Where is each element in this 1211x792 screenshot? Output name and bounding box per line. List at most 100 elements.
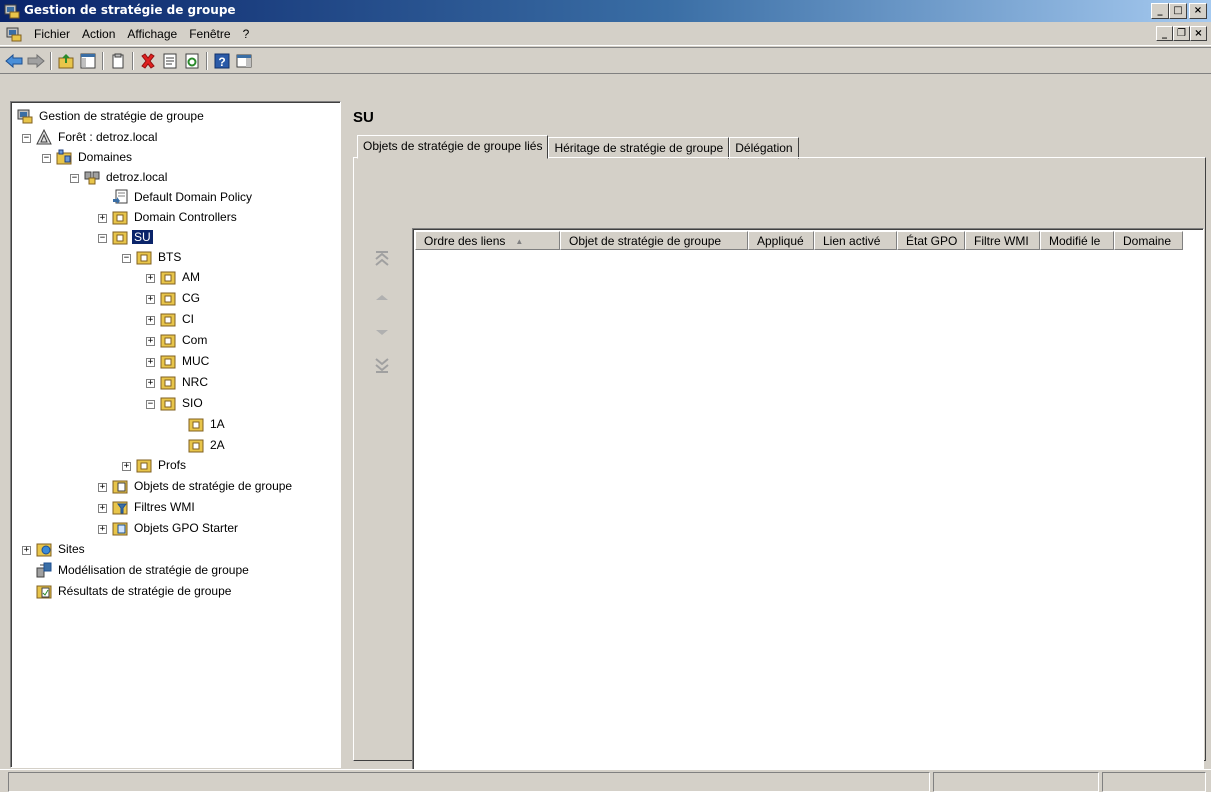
delete-button[interactable] bbox=[138, 52, 158, 70]
maximize-button[interactable]: □ bbox=[1169, 3, 1187, 19]
minimize-button[interactable]: _ bbox=[1151, 3, 1169, 19]
forward-button[interactable] bbox=[26, 52, 46, 70]
tree-node-sio[interactable]: SIO bbox=[160, 394, 205, 412]
mdi-minimize-button[interactable]: _ bbox=[1156, 26, 1173, 41]
sio-collapse-toggle[interactable]: − bbox=[146, 400, 155, 409]
tree-node-profs[interactable]: Profs bbox=[136, 456, 188, 474]
muc-expand-toggle[interactable]: + bbox=[146, 358, 155, 367]
move-up-icon[interactable] bbox=[372, 288, 392, 308]
tree-node-domain-controllers[interactable]: Domain Controllers bbox=[112, 208, 239, 226]
tree-node-wmi-filters[interactable]: Filtres WMI bbox=[112, 498, 197, 516]
back-button[interactable] bbox=[4, 52, 24, 70]
ci-expand-toggle[interactable]: + bbox=[146, 316, 155, 325]
ou-folder-icon bbox=[160, 334, 176, 348]
console-tree[interactable]: Gestion de stratégie de groupe − Forêt :… bbox=[10, 101, 341, 768]
com-expand-toggle[interactable]: + bbox=[146, 337, 155, 346]
tree-node-root[interactable]: Gestion de stratégie de groupe bbox=[17, 107, 206, 125]
column-header-link-order[interactable]: Ordre des liens ▲ bbox=[415, 231, 560, 250]
profs-expand-toggle[interactable]: + bbox=[122, 462, 131, 471]
tree-node-sio-2a[interactable]: 2A bbox=[188, 436, 227, 454]
tree-node-bts[interactable]: BTS bbox=[136, 248, 183, 266]
back-icon bbox=[5, 54, 23, 68]
forest-collapse-toggle[interactable]: − bbox=[22, 134, 31, 143]
action-pane-button[interactable] bbox=[234, 52, 254, 70]
domain-icon bbox=[84, 171, 100, 185]
refresh-button[interactable] bbox=[182, 52, 202, 70]
tree-node-sio-1a[interactable]: 1A bbox=[188, 415, 227, 433]
tree-label-results: Résultats de stratégie de groupe bbox=[58, 584, 232, 598]
copy-button[interactable] bbox=[108, 52, 128, 70]
tree-node-com[interactable]: Com bbox=[160, 331, 209, 349]
ou-folder-icon bbox=[160, 271, 176, 285]
tree-label-am: AM bbox=[182, 270, 200, 284]
move-to-bottom-icon[interactable] bbox=[372, 354, 392, 374]
tree-node-muc[interactable]: MUC bbox=[160, 352, 211, 370]
show-hide-tree-icon bbox=[80, 53, 96, 69]
refresh-icon bbox=[185, 53, 199, 69]
column-header-gpo-status[interactable]: État GPO bbox=[897, 231, 965, 250]
tree-node-results[interactable]: Résultats de stratégie de groupe bbox=[36, 582, 233, 600]
tab-delegation[interactable]: Délégation bbox=[729, 137, 799, 159]
ou-folder-icon bbox=[160, 376, 176, 390]
show-hide-tree-button[interactable] bbox=[78, 52, 98, 70]
column-header-modified[interactable]: Modifié le bbox=[1040, 231, 1114, 250]
tree-node-gpo-objects[interactable]: Objets de stratégie de groupe bbox=[112, 477, 294, 495]
close-button[interactable]: × bbox=[1189, 3, 1207, 19]
column-header-enforced[interactable]: Appliqué bbox=[748, 231, 814, 250]
column-header-domain[interactable]: Domaine bbox=[1114, 231, 1183, 250]
cg-expand-toggle[interactable]: + bbox=[146, 295, 155, 304]
properties-button[interactable] bbox=[160, 52, 180, 70]
linked-gpo-list[interactable]: Ordre des liens ▲ Objet de stratégie de g… bbox=[412, 228, 1204, 792]
console-menu-icon[interactable] bbox=[6, 26, 22, 42]
tree-node-domains[interactable]: Domaines bbox=[56, 148, 134, 166]
menu-fenetre[interactable]: Fenêtre bbox=[183, 27, 236, 41]
starter-expand-toggle[interactable]: + bbox=[98, 525, 107, 534]
up-level-button[interactable] bbox=[56, 52, 76, 70]
tree-node-domain[interactable]: detroz.local bbox=[84, 168, 169, 186]
column-header-link-enabled[interactable]: Lien activé bbox=[814, 231, 897, 250]
gpo-expand-toggle[interactable]: + bbox=[98, 483, 107, 492]
tree-node-modeling[interactable]: Modélisation de stratégie de groupe bbox=[36, 561, 251, 579]
tree-node-am[interactable]: AM bbox=[160, 268, 202, 286]
bts-collapse-toggle[interactable]: − bbox=[122, 254, 131, 263]
mdi-restore-button[interactable]: ❐ bbox=[1173, 26, 1190, 41]
nrc-expand-toggle[interactable]: + bbox=[146, 379, 155, 388]
tree-label-nrc: NRC bbox=[182, 375, 208, 389]
tree-node-default-domain-policy[interactable]: Default Domain Policy bbox=[112, 188, 254, 206]
tree-node-starter-gpos[interactable]: Objets GPO Starter bbox=[112, 519, 240, 537]
am-expand-toggle[interactable]: + bbox=[146, 274, 155, 283]
status-panel-main bbox=[8, 772, 930, 792]
gpmc-app-icon bbox=[4, 4, 20, 19]
gpo-container-icon bbox=[112, 480, 128, 494]
column-header-wmi-filter[interactable]: Filtre WMI bbox=[965, 231, 1040, 250]
menu-help[interactable]: ? bbox=[237, 27, 256, 41]
tree-label-sio-2a: 2A bbox=[210, 438, 225, 452]
ou-folder-icon bbox=[160, 292, 176, 306]
menu-affichage[interactable]: Affichage bbox=[121, 27, 183, 41]
tab-inheritance[interactable]: Héritage de stratégie de groupe bbox=[548, 137, 730, 159]
gpo-link-icon bbox=[113, 189, 128, 204]
menu-fichier[interactable]: Fichier bbox=[28, 27, 76, 41]
tree-node-nrc[interactable]: NRC bbox=[160, 373, 210, 391]
sort-ascending-icon: ▲ bbox=[515, 237, 524, 246]
move-down-icon[interactable] bbox=[372, 322, 392, 342]
tree-node-su[interactable]: SU bbox=[112, 228, 153, 246]
domain-collapse-toggle[interactable]: − bbox=[70, 174, 79, 183]
ou-folder-icon bbox=[136, 459, 152, 473]
su-collapse-toggle[interactable]: − bbox=[98, 234, 107, 243]
mdi-close-button[interactable]: × bbox=[1190, 26, 1207, 41]
tab-linked-gpos[interactable]: Objets de stratégie de groupe liés bbox=[357, 135, 549, 159]
sites-expand-toggle[interactable]: + bbox=[22, 546, 31, 555]
move-to-top-icon[interactable] bbox=[372, 250, 392, 270]
column-header-gpo[interactable]: Objet de stratégie de groupe bbox=[560, 231, 748, 250]
help-button[interactable]: ? bbox=[212, 52, 232, 70]
tree-node-cg[interactable]: CG bbox=[160, 289, 202, 307]
menu-action[interactable]: Action bbox=[76, 27, 121, 41]
tree-node-forest[interactable]: Forêt : detroz.local bbox=[36, 128, 159, 146]
domains-collapse-toggle[interactable]: − bbox=[42, 154, 51, 163]
tree-node-ci[interactable]: CI bbox=[160, 310, 196, 328]
wmi-expand-toggle[interactable]: + bbox=[98, 504, 107, 513]
dc-expand-toggle[interactable]: + bbox=[98, 214, 107, 223]
tree-node-sites[interactable]: Sites bbox=[36, 540, 87, 558]
tree-label-wmi-filters: Filtres WMI bbox=[134, 500, 195, 514]
